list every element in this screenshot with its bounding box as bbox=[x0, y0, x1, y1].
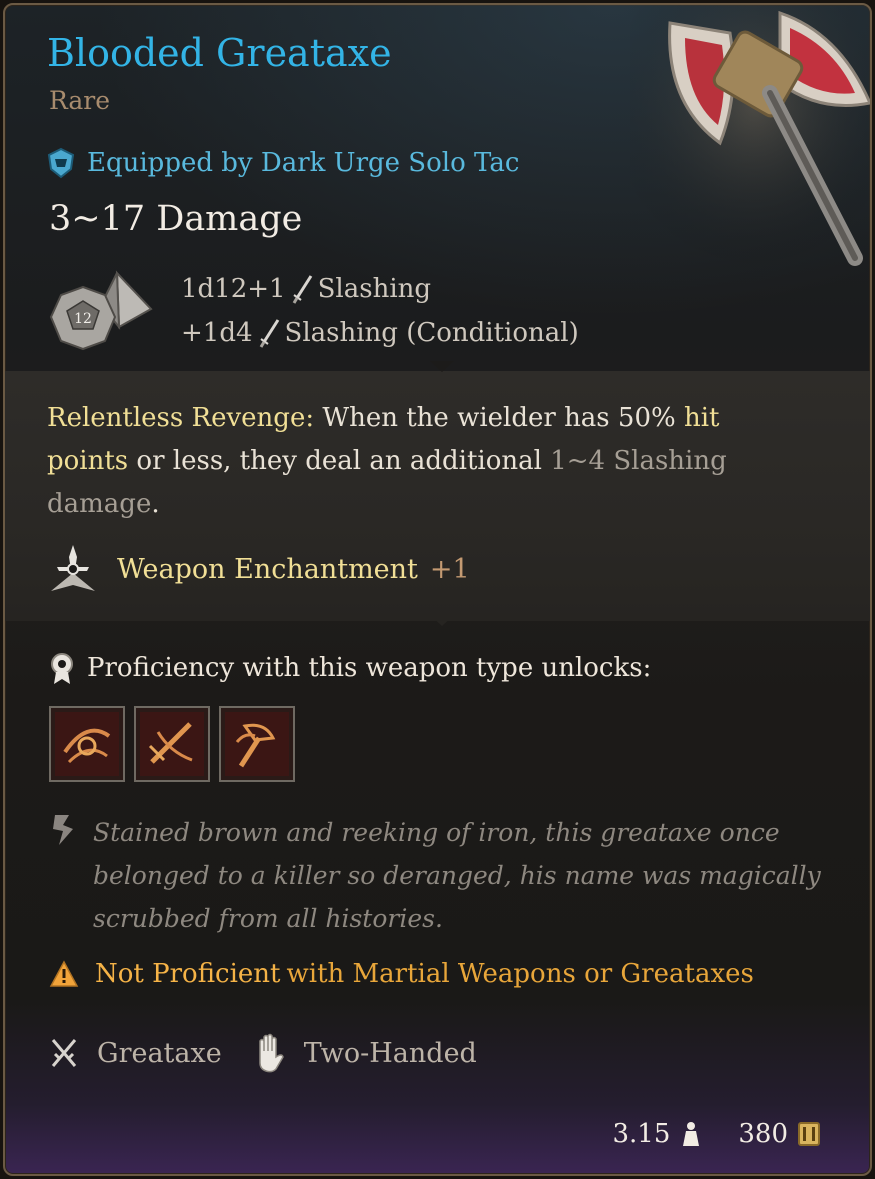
equipped-by: Equipped by Dark Urge Solo Tac bbox=[47, 147, 519, 179]
warning-strong: Not Proficient bbox=[95, 959, 281, 989]
weapon-tags: Greataxe Two-Handed bbox=[49, 1033, 477, 1073]
weapon-action-slot[interactable] bbox=[219, 706, 295, 782]
enchantment-label: Weapon Enchantment bbox=[117, 553, 418, 585]
damage-type: Slashing (Conditional) bbox=[284, 318, 579, 348]
item-rarity: Rare bbox=[49, 86, 111, 115]
enchantment-bonus: +1 bbox=[429, 553, 470, 585]
lore-text: Stained brown and reeking of iron, this … bbox=[93, 818, 821, 933]
gold-value: 380 bbox=[738, 1119, 788, 1149]
damage-total: 3~17 Damage bbox=[49, 199, 303, 239]
weapon-action-slot[interactable] bbox=[134, 706, 210, 782]
proficiency-icon bbox=[51, 653, 73, 684]
weapon-enchantment: Weapon Enchantment +1 bbox=[47, 543, 470, 595]
damage-type: Slashing bbox=[317, 274, 432, 304]
weapon-actions bbox=[49, 706, 295, 782]
item-name: Blooded Greataxe bbox=[47, 31, 392, 75]
passive-text: . bbox=[151, 489, 160, 519]
warning-detail: with Martial Weapons or Greataxes bbox=[286, 959, 754, 989]
damage-dice: 1d12+1 bbox=[181, 274, 286, 304]
divider-notch bbox=[430, 615, 454, 626]
passive-text: or less, they deal an additional bbox=[128, 446, 551, 476]
weapon-type-label: Greataxe bbox=[97, 1037, 222, 1069]
damage-line: 1d12+1 Slashing bbox=[181, 267, 579, 311]
equipped-by-text: Equipped by Dark Urge Solo Tac bbox=[87, 148, 520, 178]
damage-dice: +1d4 bbox=[181, 318, 253, 348]
damage-line: +1d4 Slashing (Conditional) bbox=[181, 311, 579, 355]
weapon-action-slot[interactable] bbox=[49, 706, 125, 782]
proficiency-text: Proficiency with this weapon type unlock… bbox=[87, 653, 652, 683]
hand-icon bbox=[258, 1033, 284, 1073]
handedness-label: Two-Handed bbox=[303, 1037, 477, 1069]
weight-value: 3.15 bbox=[612, 1119, 671, 1149]
lore-quill-icon bbox=[53, 815, 73, 845]
warning-icon bbox=[49, 960, 79, 987]
cleave-action-icon bbox=[55, 712, 119, 776]
die-face-label: 12 bbox=[74, 311, 92, 327]
passive-text: When the wielder has 50% bbox=[314, 403, 684, 433]
passive-name: Relentless Revenge: bbox=[47, 403, 315, 433]
dice-icon: 12 bbox=[49, 270, 153, 351]
heartstopper-action-icon bbox=[225, 712, 289, 776]
greataxe-artwork bbox=[630, 5, 870, 273]
gold-coin-icon bbox=[798, 1122, 820, 1146]
crossed-swords-icon bbox=[51, 1039, 77, 1067]
damage-breakdown: 1d12+1 Slashing +1d4 Slashing (Condition… bbox=[181, 267, 579, 355]
sword-icon bbox=[259, 319, 279, 348]
item-footer: 3.15 380 bbox=[604, 1119, 822, 1149]
divider-notch bbox=[430, 361, 454, 372]
lacerate-action-icon bbox=[140, 712, 204, 776]
sword-icon bbox=[292, 275, 312, 304]
passive-description: Relentless Revenge: When the wielder has… bbox=[47, 397, 747, 526]
item-tooltip: Blooded Greataxe Rare Equipped by Dark U… bbox=[3, 3, 872, 1176]
weight-icon bbox=[683, 1122, 700, 1146]
helmet-icon bbox=[47, 147, 75, 179]
proficiency-warning: Not Proficient with Martial Weapons or G… bbox=[49, 959, 754, 989]
enchantment-icon bbox=[51, 545, 95, 591]
proficiency-header: Proficiency with this weapon type unlock… bbox=[49, 651, 651, 685]
